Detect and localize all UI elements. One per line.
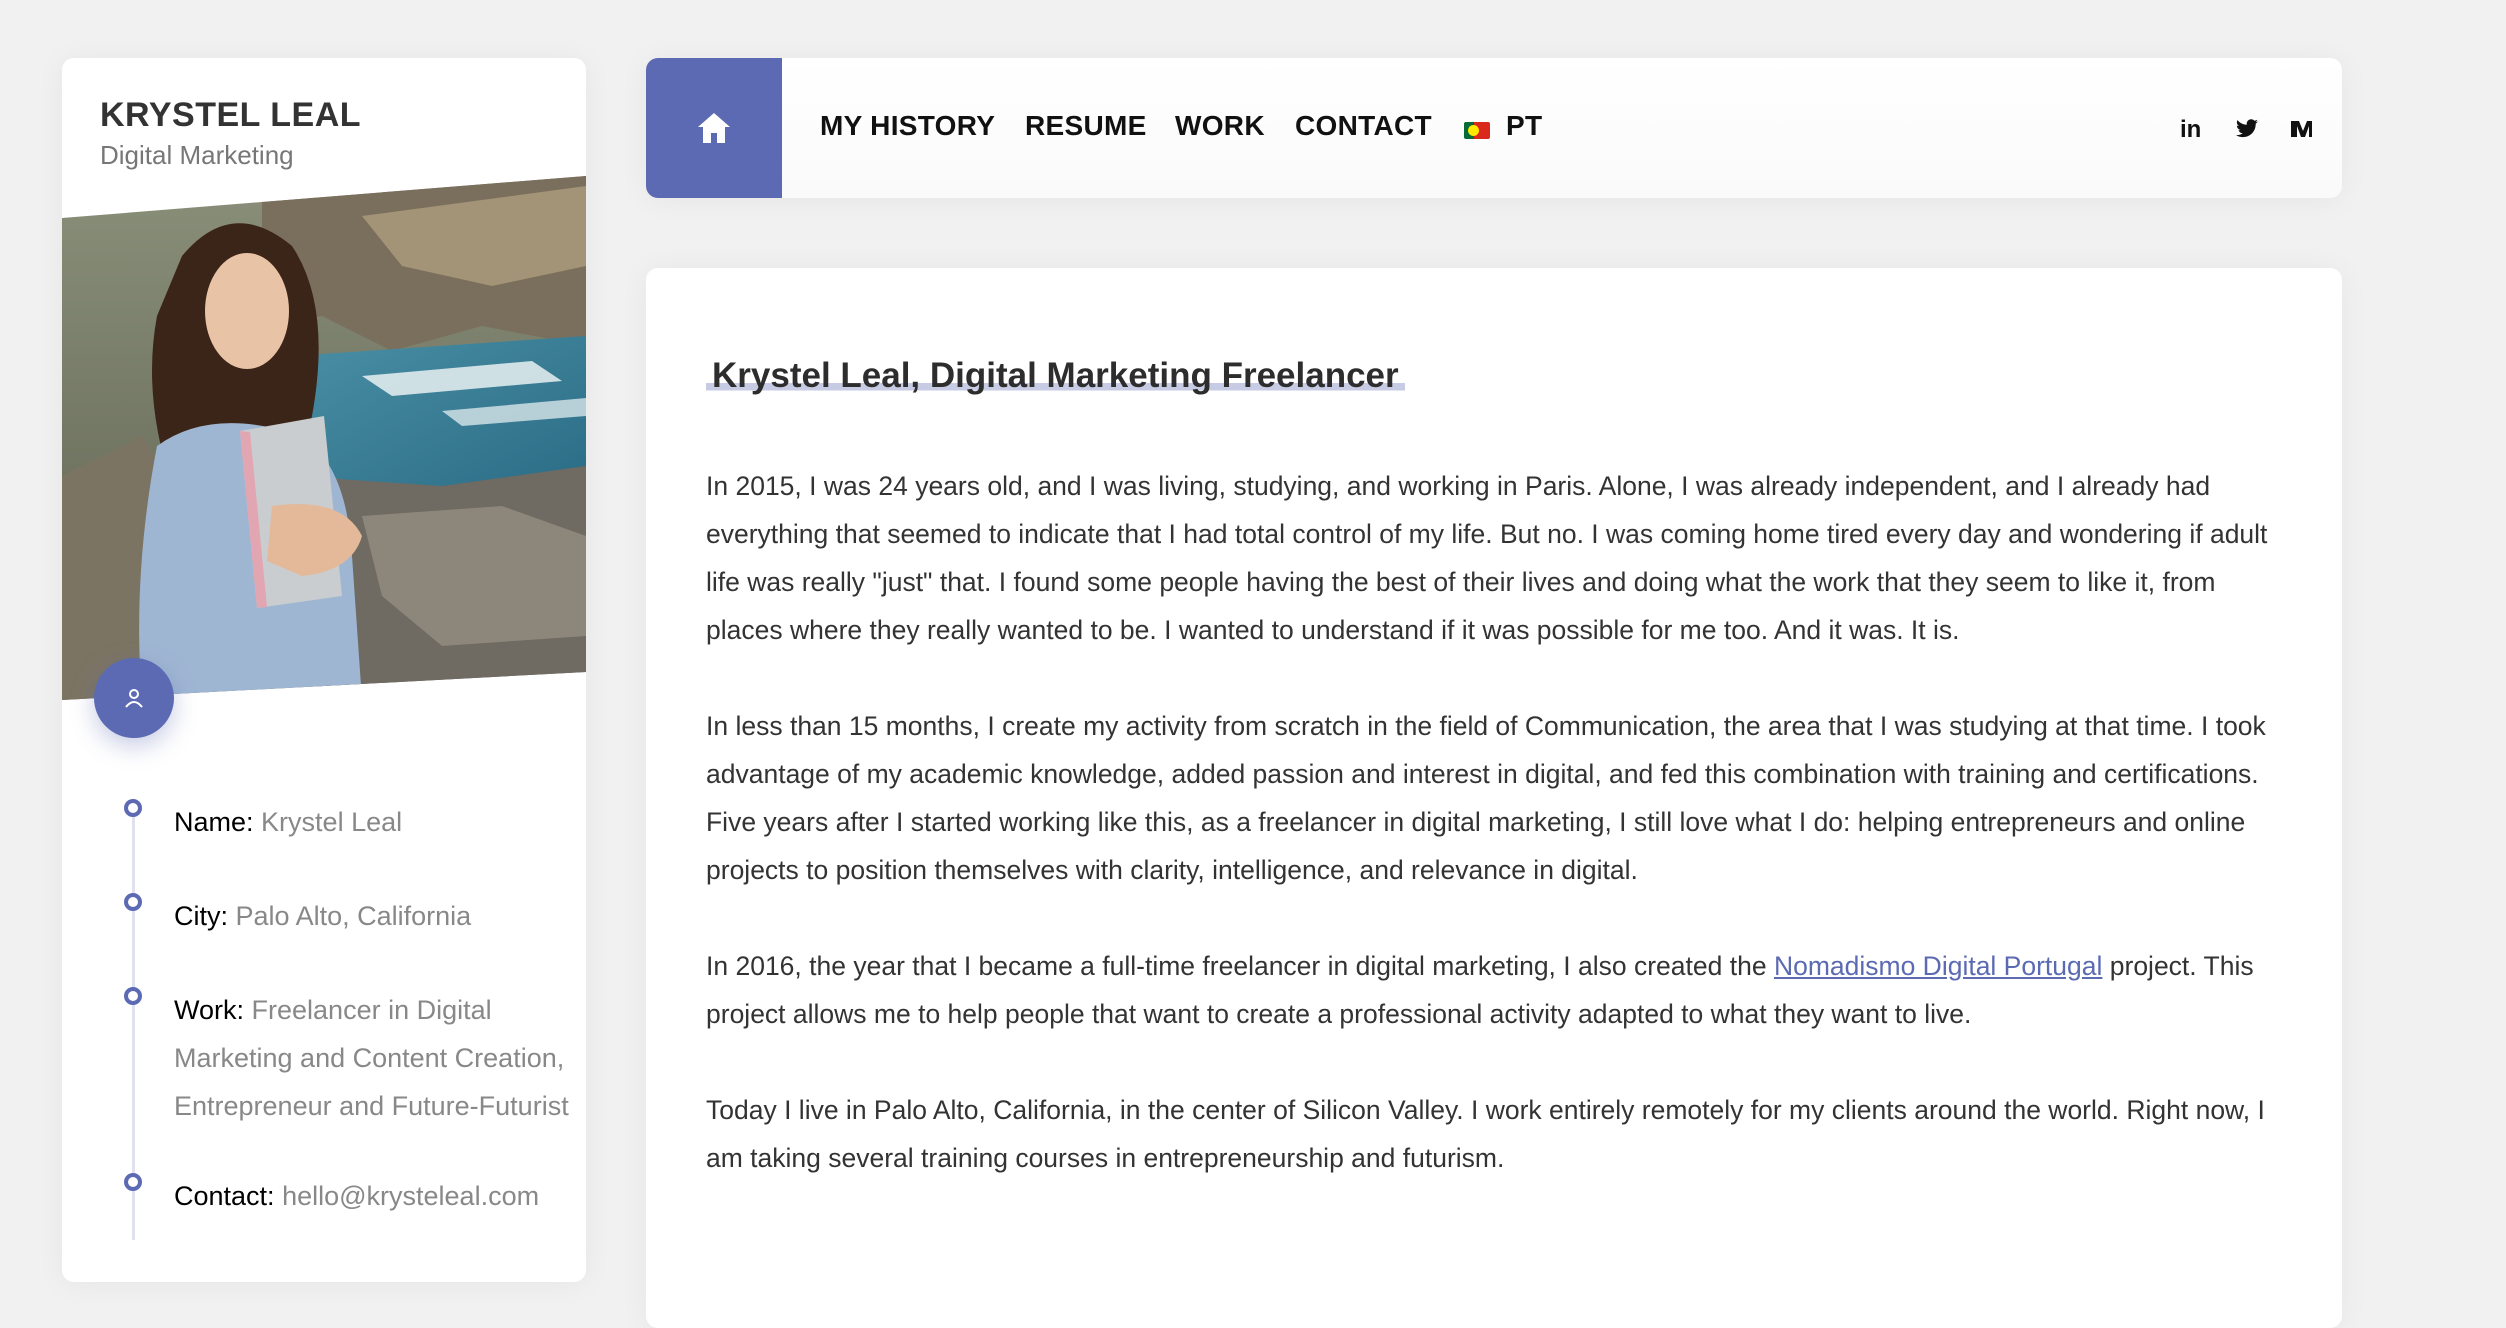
twitter-icon[interactable] — [2235, 118, 2259, 146]
nav-work[interactable]: WORK — [1175, 110, 1265, 142]
nav-resume[interactable]: RESUME — [1025, 110, 1147, 142]
page-title: Krystel Leal, Digital Marketing Freelanc… — [706, 356, 1405, 396]
profile-name: KRYSTEL LEAL — [100, 96, 362, 134]
info-value: Palo Alto, California — [235, 901, 472, 931]
info-city: City: Palo Alto, California — [174, 892, 574, 940]
nomadismo-link[interactable]: Nomadismo Digital Portugal — [1774, 951, 2102, 981]
info-label: City: — [174, 901, 228, 931]
paragraph-1: In 2015, I was 24 years old, and I was l… — [706, 471, 2268, 645]
main-content: Krystel Leal, Digital Marketing Freelanc… — [646, 268, 2342, 1328]
portugal-flag-icon[interactable] — [1464, 122, 1490, 139]
profile-card: KRYSTEL LEAL Digital Marketing Name: Kry… — [62, 58, 586, 1282]
linkedin-icon[interactable]: in — [2180, 116, 2201, 144]
nav-my-history[interactable]: MY HISTORY — [820, 110, 995, 142]
paragraph-4: Today I live in Palo Alto, California, i… — [706, 1095, 2265, 1173]
info-label: Work: — [174, 995, 245, 1025]
info-label: Name: — [174, 807, 254, 837]
timeline-dot — [124, 893, 142, 911]
timeline-dot — [124, 987, 142, 1005]
info-name: Name: Krystel Leal — [174, 798, 574, 846]
timeline-dot — [124, 1173, 142, 1191]
home-icon — [698, 113, 730, 143]
home-button[interactable] — [646, 58, 782, 198]
info-label: Contact: — [174, 1181, 275, 1211]
top-navigation: MY HISTORY RESUME WORK CONTACT PT in — [646, 58, 2342, 198]
paragraph-2: In less than 15 months, I create my acti… — [706, 711, 2266, 885]
nav-contact[interactable]: CONTACT — [1295, 110, 1432, 142]
info-value: Krystel Leal — [261, 807, 403, 837]
language-switch[interactable]: PT — [1506, 110, 1542, 142]
info-contact: Contact: hello@krysteleal.com — [174, 1172, 574, 1220]
user-icon — [94, 658, 174, 738]
info-work: Work: Freelancer in Digital Marketing an… — [174, 986, 574, 1130]
profile-photo — [62, 176, 586, 700]
paragraph-3: In 2016, the year that I became a full-t… — [706, 942, 2296, 1038]
paragraph-3-text: In 2016, the year that I became a full-t… — [706, 951, 1774, 981]
profile-role: Digital Marketing — [100, 140, 294, 170]
contact-email: hello@krysteleal.com — [282, 1181, 540, 1211]
medium-icon[interactable] — [2290, 118, 2316, 146]
timeline-dot — [124, 799, 142, 817]
